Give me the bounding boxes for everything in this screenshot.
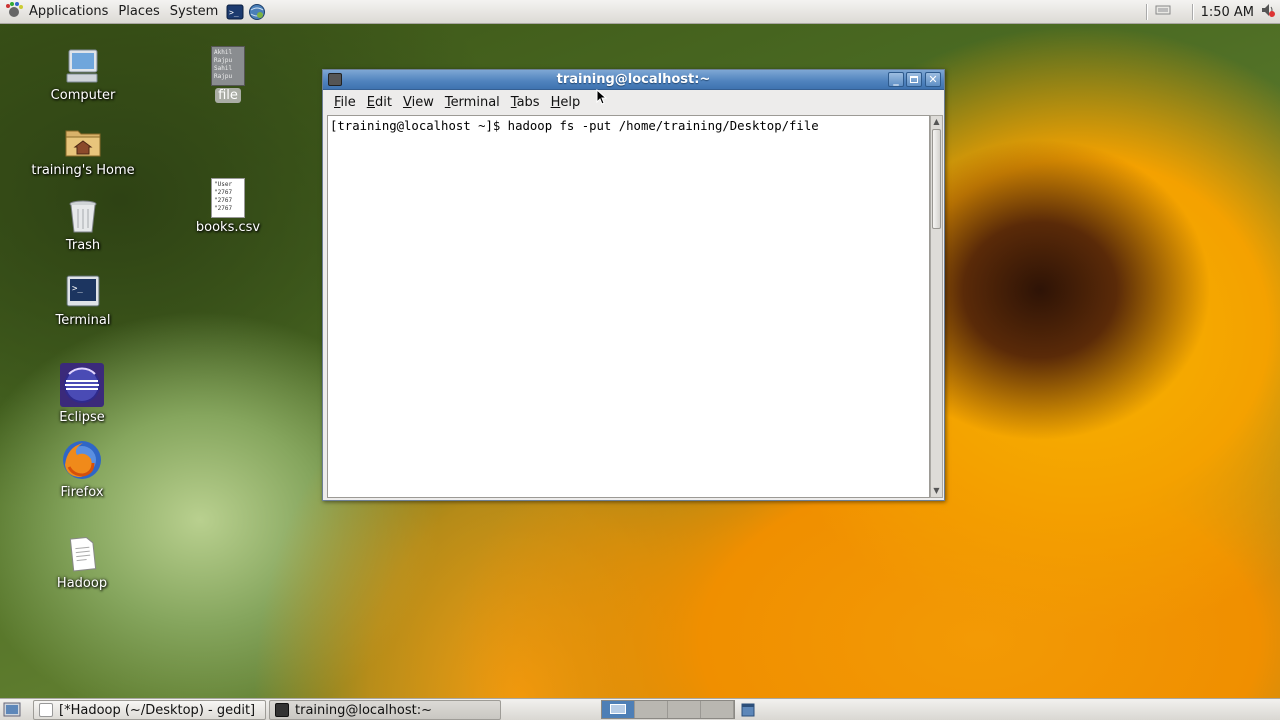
trash-applet-icon[interactable] [740,702,756,718]
menu-help[interactable]: Help [546,95,586,110]
places-menu[interactable]: Places [113,0,164,24]
menu-label: iew [411,94,434,110]
terminal-icon: >_ [63,271,103,311]
computer-icon [63,46,103,86]
menu-label: abs [516,94,540,110]
desktop-icon-label: books.csv [195,220,261,235]
terminal-command-line: [training@localhost ~]$ hadoop fs -put /… [330,119,819,133]
workspace-window-preview [610,704,626,714]
menu-label: erminal [450,94,500,110]
file-preview-line: Akhil [214,49,233,56]
desktop-icon-file[interactable]: Akhil Rajpu Sahil Rajpu file [173,46,283,103]
scrollbar-thumb[interactable] [932,129,941,229]
desktop-icon-home[interactable]: training's Home [28,121,138,178]
menu-edit[interactable]: Edit [362,95,397,110]
window-titlebar[interactable]: training@localhost:~ _ ✕ [323,70,944,90]
file-preview-line: "2767 [214,205,233,212]
network-browser-icon[interactable] [248,3,266,21]
workspace-1[interactable] [602,701,635,718]
firefox-icon [59,437,105,483]
menu-terminal[interactable]: Terminal [440,95,505,110]
minimize-button[interactable]: _ [888,72,904,87]
task-gedit-hadoop[interactable]: [*Hadoop (~/Desktop) - gedit] [33,700,266,720]
file-preview-line: "2767 [214,197,233,204]
gnome-foot-icon [5,1,23,22]
task-label: [*Hadoop (~/Desktop) - gedit] [59,702,256,718]
task-terminal[interactable]: training@localhost:~ [269,700,501,720]
text-file-icon [62,534,102,574]
applications-menu-label: Applications [29,4,109,19]
scroll-down-icon[interactable]: ▼ [931,485,942,497]
bottom-panel: [*Hadoop (~/Desktop) - gedit] training@l… [0,698,1280,720]
menu-label: ile [340,94,356,110]
menu-tabs[interactable]: Tabs [506,95,545,110]
svg-text:>_: >_ [229,8,239,17]
menu-mnemonic: E [366,94,375,110]
show-desktop-icon [3,702,21,717]
desktop-icon-label: Computer [50,88,116,103]
file-preview-line: "2767 [214,189,233,196]
terminal-menubar: File Edit View Terminal Tabs Help [323,90,944,114]
desktop-icon-label: Firefox [60,485,104,500]
home-folder-icon [63,121,103,161]
eclipse-icon [59,362,105,408]
menu-label: elp [560,94,581,110]
scroll-up-icon[interactable]: ▲ [931,116,942,128]
workspace-3[interactable] [668,701,701,718]
menu-file[interactable]: File [329,95,361,110]
desktop-icon-firefox[interactable]: Firefox [27,437,137,500]
desktop-icon-hadoop[interactable]: Hadoop [27,534,137,591]
network-status-icon[interactable] [1155,4,1171,20]
desktop-icon-label: Trash [65,238,101,253]
menu-mnemonic: V [402,94,412,110]
maximize-icon [910,76,918,83]
desktop-icon-label: Eclipse [59,410,105,425]
places-menu-label: Places [118,4,160,19]
system-menu-label: System [169,4,219,19]
desktop-icon-label: Terminal [55,313,111,328]
terminal-launcher-icon[interactable]: >_ [226,3,244,21]
file-preview-line: Rajpu [214,57,233,64]
terminal-text-area[interactable]: [training@localhost ~]$ hadoop fs -put /… [327,115,930,498]
workspace-4[interactable] [701,701,734,718]
desktop-icon-trash[interactable]: Trash [28,196,138,253]
applications-menu[interactable]: Applications [0,0,113,24]
task-label: training@localhost:~ [295,702,432,718]
minimize-icon: _ [893,73,899,86]
desktop-icon-terminal[interactable]: >_ Terminal [28,271,138,328]
terminal-icon [275,703,289,717]
gedit-icon [39,703,53,717]
show-desktop-button[interactable] [3,701,21,719]
window-title: training@localhost:~ [556,72,711,87]
file-preview-line: Sahil [214,65,233,72]
workspace-switcher [601,700,735,719]
menu-mnemonic: H [550,94,561,110]
close-button[interactable]: ✕ [925,72,941,87]
top-panel: Applications Places System >_ 1:50 AM [0,0,1280,24]
svg-text:>_: >_ [72,284,83,294]
desktop-icon-eclipse[interactable]: Eclipse [27,362,137,425]
csv-file-icon: "User "2767 "2767 "2767 [211,178,245,218]
file-preview-line: Rajpu [214,73,233,80]
tray-separator [1191,4,1194,20]
system-menu[interactable]: System [165,0,223,24]
vertical-scrollbar[interactable]: ▲ ▼ [930,115,943,498]
text-file-icon: Akhil Rajpu Sahil Rajpu [211,46,245,86]
tray-separator [1145,4,1148,20]
workspace-2[interactable] [635,701,668,718]
trash-icon [63,196,103,236]
desktop-icon-label: file [215,88,241,103]
maximize-button[interactable] [906,72,922,87]
file-preview-line: "User [214,181,233,188]
close-icon: ✕ [928,73,938,86]
menu-view[interactable]: View [398,95,439,110]
desktop-icon-books-csv[interactable]: "User "2767 "2767 "2767 books.csv [173,178,283,235]
desktop-icon-label: Hadoop [56,576,108,591]
desktop-icon-computer[interactable]: Computer [28,46,138,103]
desktop-icon-label: training's Home [31,163,135,178]
menu-label: dit [375,94,392,110]
clock[interactable]: 1:50 AM [1201,5,1254,20]
terminal-window[interactable]: training@localhost:~ _ ✕ File Edit View … [322,69,945,501]
volume-icon[interactable] [1260,2,1276,22]
